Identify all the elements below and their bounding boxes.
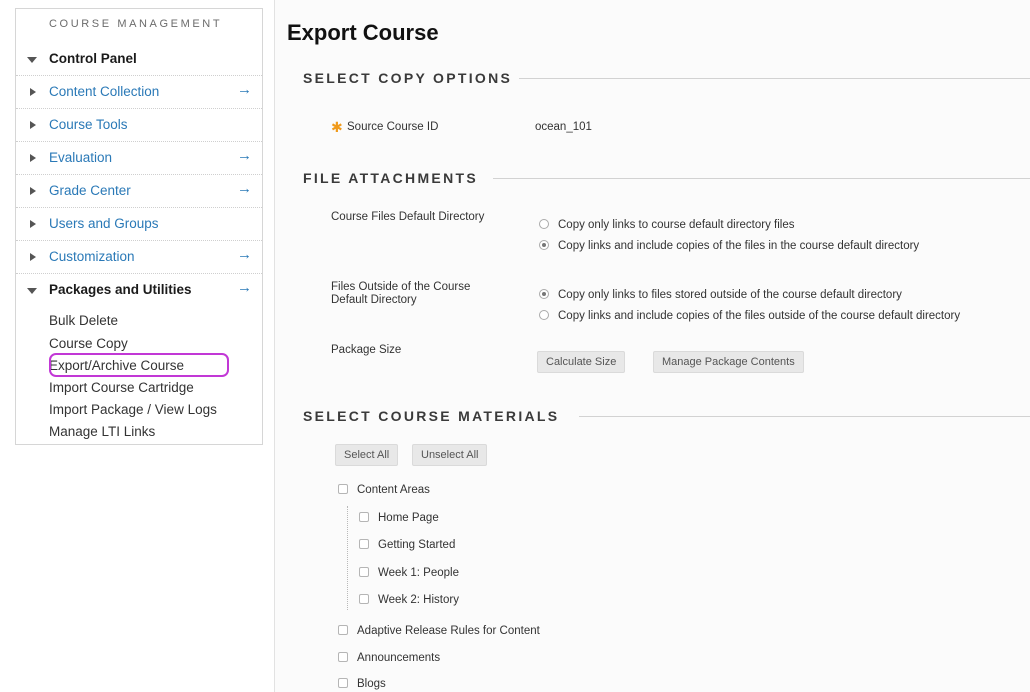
arrow-right-icon[interactable]: → [237,147,252,164]
radio-button-selected[interactable] [539,240,549,250]
sidebar-item-label: Users and Groups [49,216,159,231]
control-panel-label: Control Panel [49,51,137,66]
radio-option-default-copies[interactable]: Copy links and include copies of the fil… [539,240,919,252]
section-heading-copy-options: SELECT COPY OPTIONS [303,70,513,86]
course-management-header: COURSE MANAGEMENT [49,18,223,30]
sidebar-item-content-collection[interactable]: Content Collection → [16,76,262,109]
arrow-right-icon[interactable]: → [237,246,252,263]
sidebar-item-label: Content Collection [49,84,160,99]
checkbox-announcements[interactable]: Announcements [338,652,440,664]
required-asterisk-icon: ✱ [331,119,343,135]
select-all-button[interactable]: Select All [335,444,399,466]
caret-right-icon [30,154,36,162]
checkbox[interactable] [359,512,369,522]
calculate-size-button[interactable]: Calculate Size [537,351,626,373]
arrow-right-icon[interactable]: → [237,279,252,296]
sidebar-item-customization[interactable]: Customization → [16,241,262,274]
sidebar-item-label: Packages and Utilities [49,282,192,297]
checkbox-label: Announcements [357,652,441,664]
arrow-right-icon[interactable]: → [237,81,252,98]
sidebar-item-packages-and-utilities[interactable]: Packages and Utilities → [16,274,262,307]
highlight-outline [49,353,229,377]
section-heading-file-attachments: FILE ATTACHMENTS [303,170,478,186]
sidebar-item-evaluation[interactable]: Evaluation → [16,142,262,175]
checkbox-blogs[interactable]: Blogs [338,678,386,690]
caret-down-icon [27,57,37,63]
checkbox-label: Content Areas [357,484,430,496]
radio-label: Copy only links to files stored outside … [558,289,902,301]
caret-right-icon [30,253,36,261]
link-import-package-view-logs[interactable]: Import Package / View Logs [49,402,217,417]
checkbox[interactable] [338,652,348,662]
main-content: Export Course SELECT COPY OPTIONS ✱ Sour… [274,0,1030,692]
caret-down-icon [27,288,37,294]
manage-package-contents-button[interactable]: Manage Package Contents [653,351,804,373]
files-outside-label-line1: Files Outside of the Course [331,281,471,293]
sidebar-item-users-and-groups[interactable]: Users and Groups [16,208,262,241]
caret-right-icon [30,220,36,228]
radio-option-default-links[interactable]: Copy only links to course default direct… [539,219,795,231]
section-divider [493,178,1030,179]
sidebar-item-label: Customization [49,249,135,264]
source-course-id-label: Source Course ID [347,121,439,133]
checkbox-week-1-people[interactable]: Week 1: People [359,567,459,579]
caret-right-icon [30,88,36,96]
radio-button[interactable] [539,310,549,320]
checkbox[interactable] [359,539,369,549]
checkbox-adaptive-release-rules[interactable]: Adaptive Release Rules for Content [338,625,540,637]
section-divider [579,416,1030,417]
package-size-label: Package Size [331,344,402,356]
unselect-all-button[interactable]: Unselect All [412,444,488,466]
checkbox-label: Home Page [378,512,439,524]
course-files-default-directory-label: Course Files Default Directory [331,211,485,223]
caret-right-icon [30,121,36,129]
checkbox-week-2-history[interactable]: Week 2: History [359,594,459,606]
files-outside-label-line2: Default Directory [331,294,417,306]
radio-button[interactable] [539,219,549,229]
sidebar-item-label: Evaluation [49,150,113,165]
checkbox[interactable] [338,484,348,494]
link-manage-lti-links[interactable]: Manage LTI Links [49,424,155,439]
radio-label: Copy links and include copies of the fil… [558,240,920,252]
checkbox[interactable] [338,625,348,635]
checkbox[interactable] [338,678,348,688]
tree-connector [347,506,348,610]
section-divider [519,78,1030,79]
section-heading-course-materials: SELECT COURSE MATERIALS [303,408,560,424]
link-import-course-cartridge[interactable]: Import Course Cartridge [49,380,194,395]
radio-label: Copy only links to course default direct… [558,219,795,231]
link-course-copy[interactable]: Course Copy [49,336,128,351]
checkbox-home-page[interactable]: Home Page [359,512,439,524]
page-title: Export Course [287,20,439,45]
checkbox-label: Blogs [357,678,386,690]
course-management-panel: COURSE MANAGEMENT Control Panel Content … [15,8,263,445]
control-panel-row[interactable]: Control Panel [16,43,262,76]
checkbox-label: Week 2: History [378,594,459,606]
sidebar-item-label: Grade Center [49,183,131,198]
checkbox-getting-started[interactable]: Getting Started [359,539,455,551]
sidebar-item-label: Course Tools [49,117,128,132]
radio-option-outside-links[interactable]: Copy only links to files stored outside … [539,289,902,301]
caret-right-icon [30,187,36,195]
checkbox[interactable] [359,594,369,604]
arrow-right-icon[interactable]: → [237,180,252,197]
sidebar-item-course-tools[interactable]: Course Tools [16,109,262,142]
checkbox-label: Getting Started [378,539,456,551]
radio-label: Copy links and include copies of the fil… [558,310,961,322]
checkbox-label: Adaptive Release Rules for Content [357,625,540,637]
radio-button-selected[interactable] [539,289,549,299]
source-course-id-value: ocean_101 [535,121,592,133]
radio-option-outside-copies[interactable]: Copy links and include copies of the fil… [539,310,960,322]
checkbox-label: Week 1: People [378,567,459,579]
link-bulk-delete[interactable]: Bulk Delete [49,313,118,328]
checkbox[interactable] [359,567,369,577]
sidebar-item-grade-center[interactable]: Grade Center → [16,175,262,208]
checkbox-content-areas[interactable]: Content Areas [338,484,430,496]
